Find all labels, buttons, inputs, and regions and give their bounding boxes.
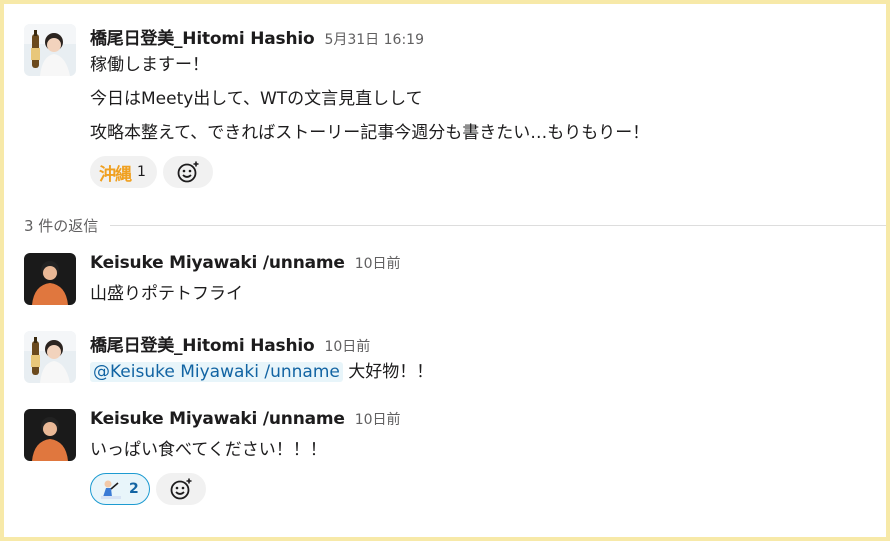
reply-count-label: 3 件の返信 xyxy=(24,216,99,235)
replies-divider: 3 件の返信 xyxy=(24,214,886,236)
message-text: 大好物！！ xyxy=(348,362,434,382)
avatar-keisuke[interactable] xyxy=(24,409,76,461)
add-reaction-button[interactable] xyxy=(162,156,213,188)
message-timestamp[interactable]: 10日前 xyxy=(355,253,401,273)
person-emoji-icon xyxy=(101,480,121,499)
message-line: いっぱい食べてください！！！ xyxy=(90,440,327,460)
message-line: @Keisuke Miyawaki /unname 大好物！！ xyxy=(90,355,874,389)
reaction-count: 2 xyxy=(129,481,139,497)
sender-name[interactable]: 橋尾日登美_Hitomi Hashio xyxy=(90,24,315,49)
divider-line xyxy=(110,224,886,226)
message-line: 攻略本整えて、できればストーリー記事今週分も書きたい…もりもりー！ xyxy=(90,123,650,143)
sender-name[interactable]: 橋尾日登美_Hitomi Hashio xyxy=(90,331,315,356)
reaction-bar: 2 xyxy=(90,473,874,505)
user-mention[interactable]: @Keisuke Miyawaki /unname xyxy=(90,362,343,382)
add-reaction-button[interactable] xyxy=(155,473,206,505)
avatar-keisuke[interactable] xyxy=(24,253,76,305)
sender-name[interactable]: Keisuke Miyawaki /unname xyxy=(90,253,345,273)
message-timestamp[interactable]: 10日前 xyxy=(324,336,370,356)
message-timestamp[interactable]: 10日前 xyxy=(355,409,401,429)
message-line: 今日はMeety出して、WTの文言見直しして xyxy=(90,89,423,109)
okinawa-emoji-icon: 沖縄 xyxy=(99,164,132,185)
sender-name[interactable]: Keisuke Miyawaki /unname xyxy=(90,409,345,429)
add-emoji-icon xyxy=(177,161,199,183)
add-emoji-icon xyxy=(170,478,192,500)
reaction-bar: 沖縄 1 xyxy=(90,156,874,188)
reaction-count: 1 xyxy=(137,164,146,180)
avatar-hitomi[interactable] xyxy=(24,331,76,383)
message-line: 山盛りポテトフライ xyxy=(90,284,243,304)
reaction-person[interactable]: 2 xyxy=(90,473,150,505)
message-line: 稼働しますー！ xyxy=(90,55,209,75)
reaction-okinawa[interactable]: 沖縄 1 xyxy=(90,156,157,188)
thread-panel: 橋尾日登美_Hitomi Hashio 5月31日 16:19 稼働しますー！ … xyxy=(4,4,886,537)
message-timestamp[interactable]: 5月31日 16:19 xyxy=(324,29,424,49)
avatar-hitomi[interactable] xyxy=(24,24,76,76)
